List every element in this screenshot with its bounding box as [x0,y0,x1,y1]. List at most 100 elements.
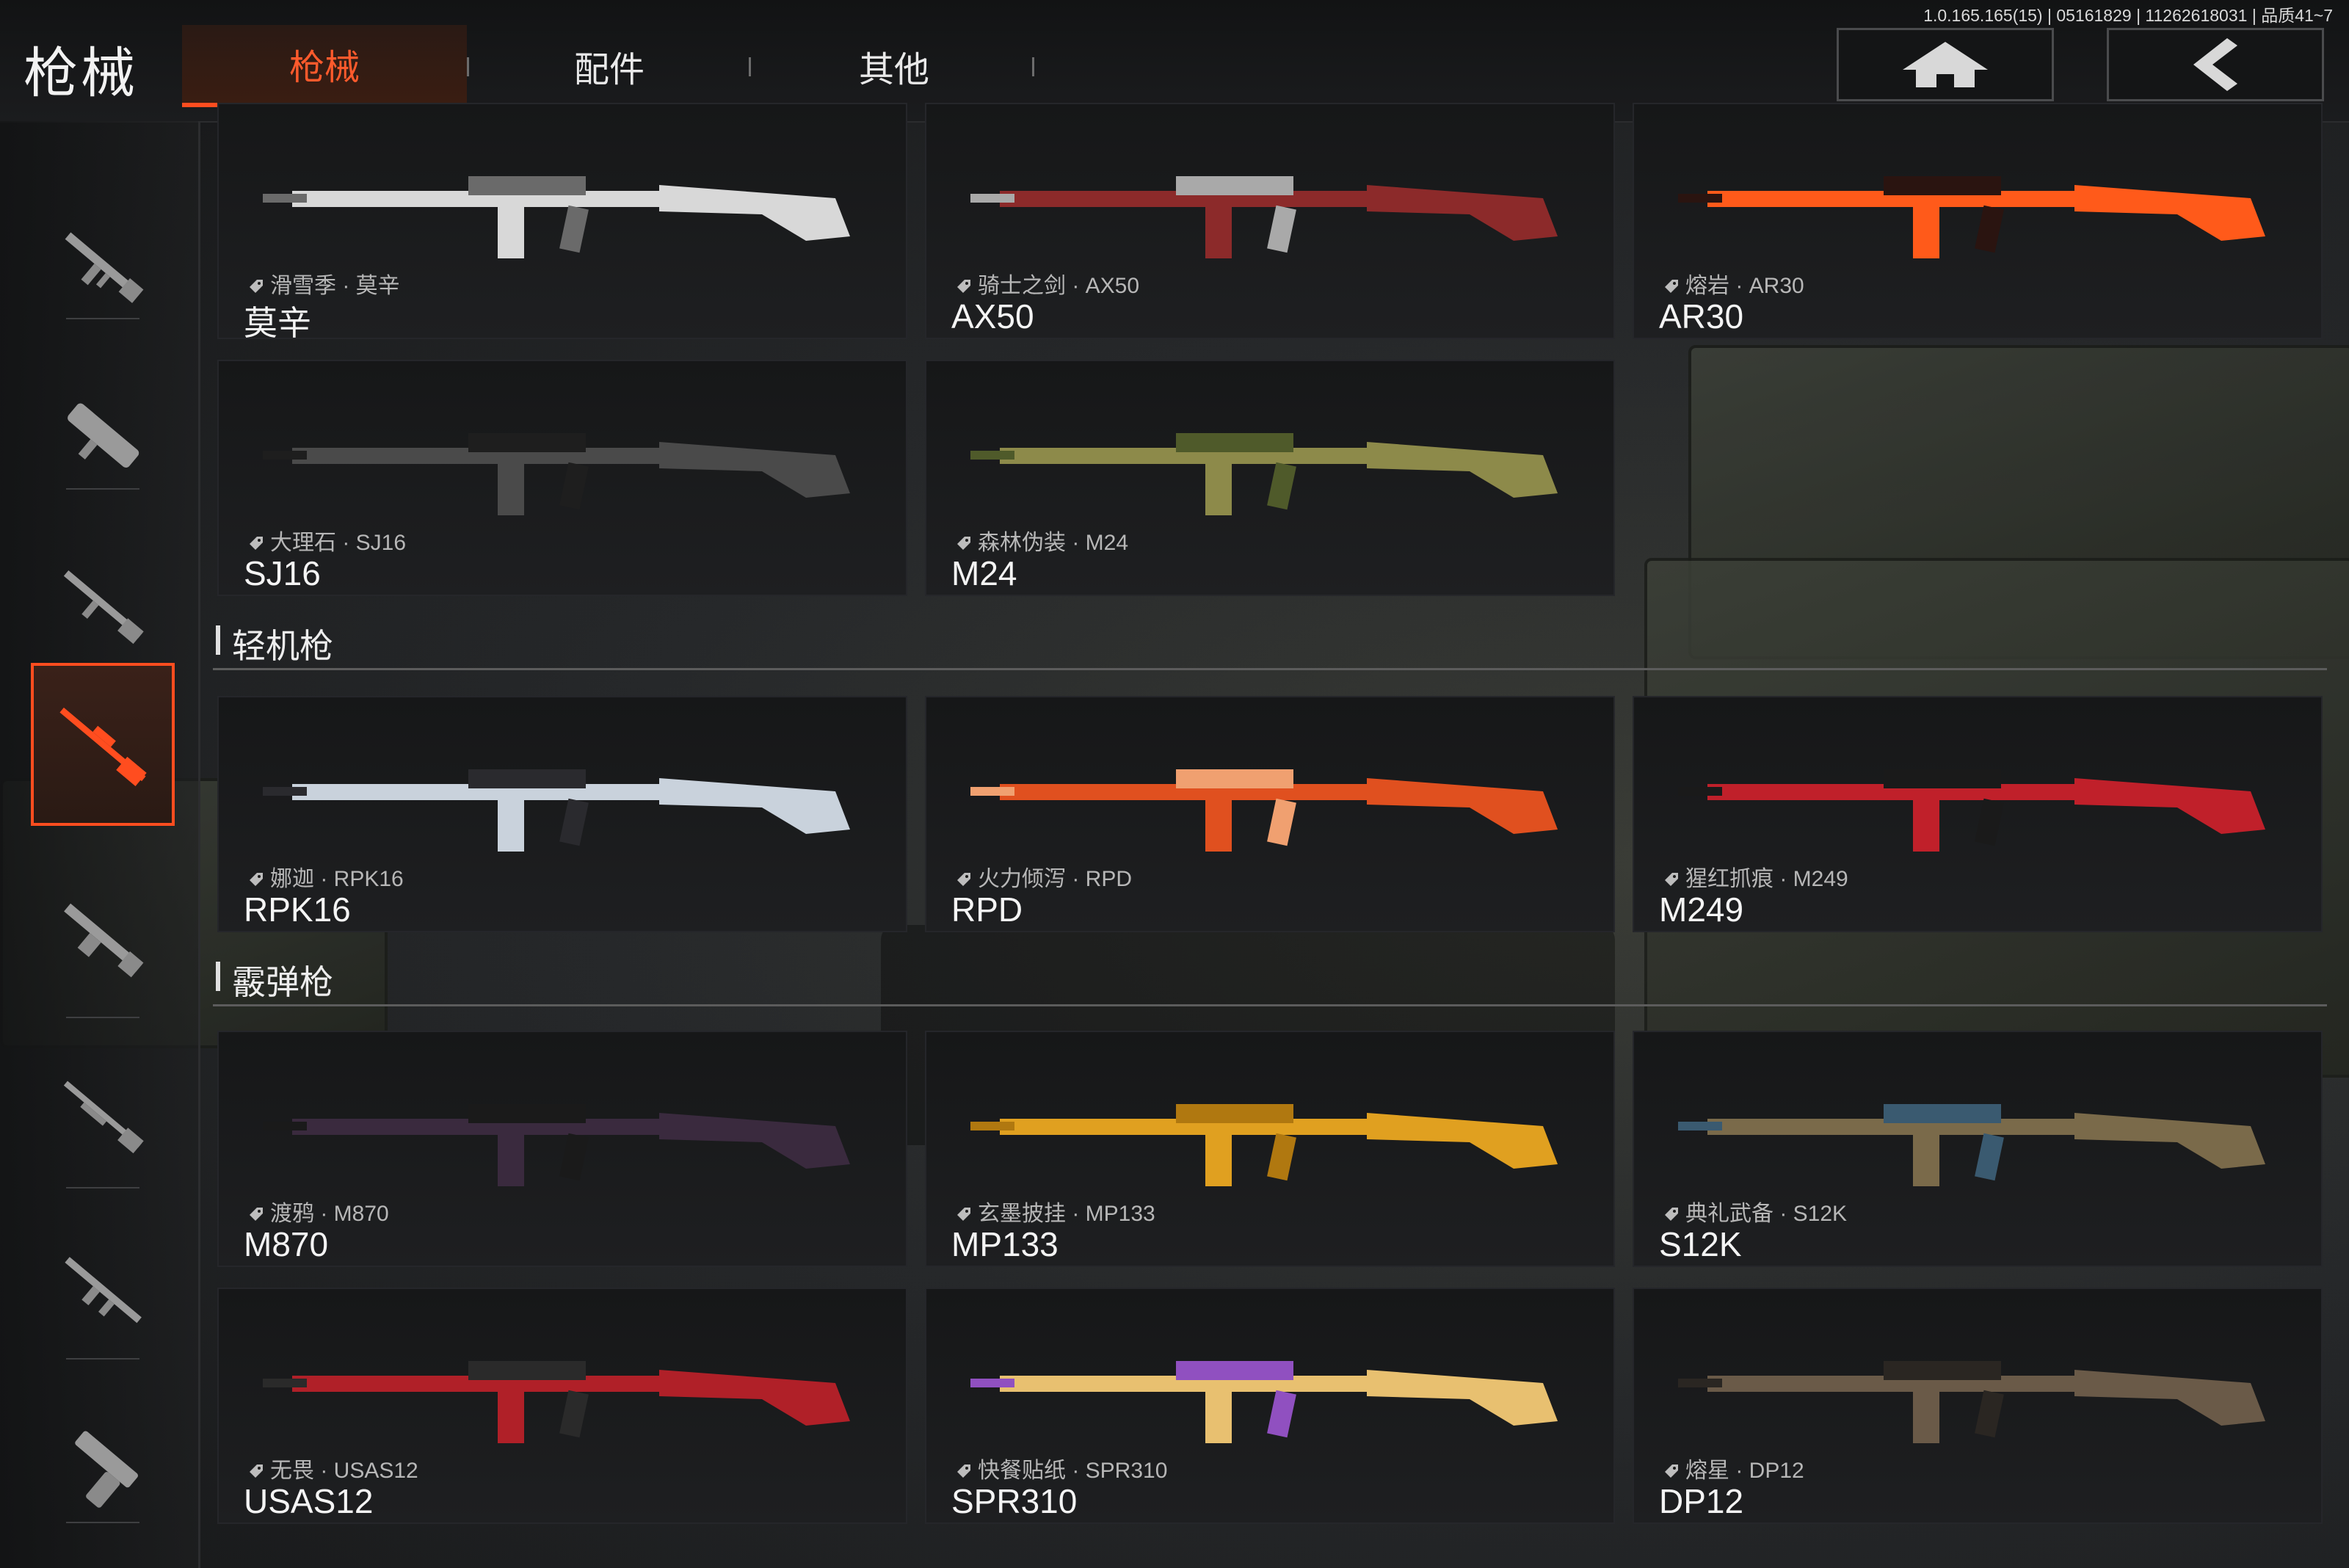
weapon-skin-text: 猩红抓痕 · M249 [1685,867,1848,891]
weapon-skin-text: 娜迦 · RPK16 [270,867,404,891]
weapon-name: S12K [1659,1225,1742,1263]
home-icon [1903,42,1988,87]
weapon-image [263,1104,850,1186]
tag-icon [250,1464,263,1478]
dmr-icon [63,570,144,645]
tag-icon [250,1208,263,1221]
sidebar-item-lmg[interactable] [31,857,175,1020]
weapon-name: MP133 [951,1225,1059,1263]
tab-attachments[interactable]: 配件 [467,25,752,107]
weapon-image [970,1361,1558,1443]
weapon-skin-text: 快餐贴纸 · SPR310 [978,1459,1168,1483]
weapon-skin-text: 火力倾泻 · RPD [978,867,1132,891]
weapon-skin-text: 玄墨披挂 · MP133 [978,1202,1155,1226]
back-button[interactable] [2107,28,2324,101]
weapon-image [1678,1361,2265,1443]
weapon-card[interactable]: 娜迦 · RPK16 RPK16 [217,696,907,932]
weapon-image [263,176,850,258]
weapon-skin-label: 无畏 · USAS12 [248,1452,418,1484]
sidebar-divider [66,488,139,490]
sidebar-item-rifle[interactable] [31,1209,175,1372]
sidebar-item-shotgun[interactable] [31,1033,175,1196]
weapon-skin-label: 猩红抓痕 · M249 [1663,860,1848,893]
weapon-card[interactable]: 无畏 · USAS12 USAS12 [217,1288,907,1524]
weapon-image [1678,1104,2265,1186]
weapon-card[interactable]: 熔星 · DP12 DP12 [1633,1288,2323,1524]
chevron-left-icon [2193,38,2237,91]
sidebar-item-assault-rifle[interactable] [31,184,175,346]
section-title: 轻机枪 [232,627,333,665]
weapon-skin-label: 快餐贴纸 · SPR310 [956,1452,1167,1484]
weapon-card[interactable]: 熔岩 · AR30 AR30 [1633,103,2323,339]
sidebar-divider [66,1522,139,1523]
weapon-skin-label: 大理石 · SJ16 [248,524,406,556]
weapon-name: M24 [951,554,1017,592]
tag-icon [250,873,263,886]
weapon-skin-text: 骑士之剑 · AX50 [978,274,1140,298]
weapon-image [970,433,1558,515]
tag-icon [1665,1464,1678,1478]
weapon-skin-label: 熔岩 · AR30 [1663,267,1804,300]
sidebar-divider [66,1358,139,1360]
tag-icon [957,537,970,550]
tag-icon [1665,280,1678,293]
tag-icon [957,1208,970,1221]
sidebar-item-smg[interactable] [31,355,175,518]
sidebar-item-pistol[interactable] [31,1382,175,1545]
tab-divider [1032,57,1034,76]
tag-icon [1665,1208,1678,1221]
assault-rifle-icon [65,232,144,303]
weapon-image [970,769,1558,852]
sidebar-item-sniper-rifle[interactable] [31,663,175,826]
pistol-icon [75,1431,138,1508]
weapon-name: AX50 [951,297,1034,335]
sidebar-divider [66,1187,139,1188]
weapon-image [1678,176,2265,258]
weapon-card[interactable]: 火力倾泻 · RPD RPD [925,696,1615,932]
weapon-card[interactable]: 渡鸦 · M870 M870 [217,1031,907,1267]
weapon-card[interactable]: 森林伪装 · M24 M24 [925,360,1615,596]
tab-other[interactable]: 其他 [752,25,1036,107]
weapon-card[interactable]: 骑士之剑 · AX50 AX50 [925,103,1615,339]
weapon-card[interactable]: 大理石 · SJ16 SJ16 [217,360,907,596]
version-info: 1.0.165.165(15) | 05161829 | 11262618031… [1923,6,2333,25]
weapon-skin-text: 典礼武备 · S12K [1685,1202,1848,1226]
weapon-image [263,1361,850,1443]
section-marker [216,625,220,655]
weapon-card[interactable]: 猩红抓痕 · M249 M249 [1633,696,2323,932]
weapon-card[interactable]: 快餐贴纸 · SPR310 SPR310 [925,1288,1615,1524]
weapon-name: 莫辛 [244,304,311,339]
weapon-skin-text: 熔岩 · AR30 [1685,274,1804,298]
sidebar-item-dmr[interactable] [31,523,175,686]
weapon-card[interactable]: 滑雪季 · 莫辛莫辛 [217,103,907,339]
weapon-image [970,1104,1558,1186]
home-button[interactable] [1837,28,2054,101]
smg-icon [68,403,139,468]
weapon-skin-label: 典礼武备 · S12K [1663,1195,1847,1227]
weapon-card[interactable]: 典礼武备 · S12K S12K [1633,1031,2323,1267]
weapon-skin-label: 熔星 · DP12 [1663,1452,1804,1484]
weapon-card[interactable]: 玄墨披挂 · MP133 MP133 [925,1031,1615,1267]
tag-icon [957,280,970,293]
tab-divider [749,57,751,76]
tag-icon [957,1464,970,1478]
weapon-skin-label: 滑雪季 · 莫辛 [248,267,400,300]
weapon-skin-label: 火力倾泻 · RPD [956,860,1132,893]
weapon-image [263,433,850,515]
weapon-skin-text: 滑雪季 · 莫辛 [270,274,400,298]
tab-guns[interactable]: 枪械 [182,25,467,107]
sidebar-divider [66,318,139,319]
weapon-image [970,176,1558,258]
weapon-name: USAS12 [244,1482,374,1520]
rifle-icon [65,1257,142,1324]
weapon-name: M870 [244,1225,329,1263]
lmg-icon [64,903,144,978]
section-marker [216,962,220,991]
weapon-skin-label: 玄墨披挂 · MP133 [956,1195,1155,1227]
weapon-image [263,769,850,852]
weapon-skin-text: 大理石 · SJ16 [270,531,407,555]
page-title: 枪械 [23,43,138,104]
weapon-skin-label: 骑士之剑 · AX50 [956,267,1139,300]
weapon-name: M249 [1659,890,1744,929]
weapon-skin-label: 娜迦 · RPK16 [248,860,404,893]
